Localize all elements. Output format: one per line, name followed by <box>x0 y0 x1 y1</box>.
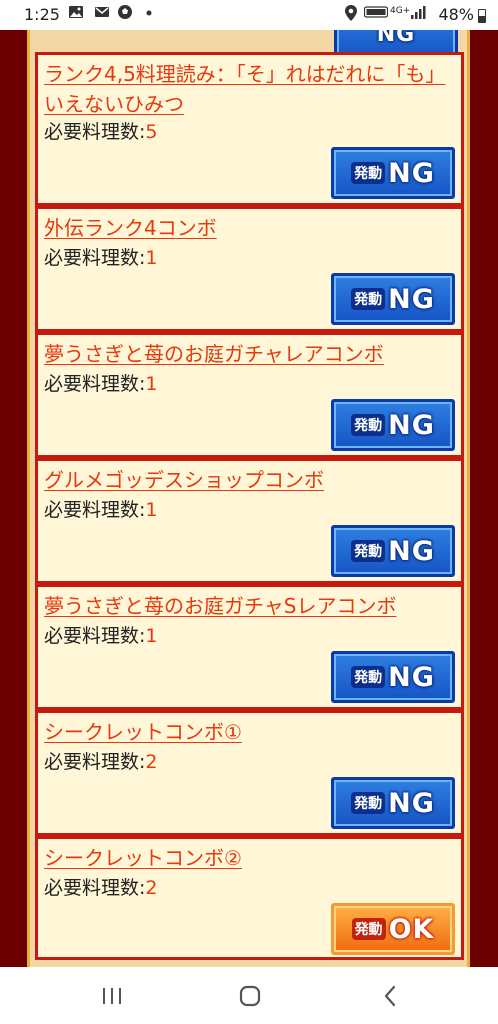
message-icon <box>94 4 110 25</box>
required-dish-count: 必要料理数:1 <box>44 245 158 271</box>
combo-status-button-ng[interactable]: 発動 NG <box>331 777 455 829</box>
recent-apps-icon <box>103 988 121 1004</box>
required-count: 5 <box>145 121 158 143</box>
combo-status-button-ng[interactable]: 発動 NG <box>331 651 455 703</box>
required-count: 1 <box>145 373 158 395</box>
required-dish-count: 必要料理数:2 <box>44 749 158 775</box>
combo-status-button-ng[interactable]: 発動 NG <box>331 525 455 577</box>
required-dish-count: 必要料理数:1 <box>44 497 158 523</box>
status-ng-label: NG <box>388 535 435 567</box>
combo-title-link[interactable]: ランク4,5料理読み：「そ」れはだれに「も」いえないひみつ <box>44 59 454 119</box>
game-screen: NG ランク4,5料理読み：「そ」れはだれに「も」いえないひみつ 必要料理数:5… <box>0 30 498 967</box>
required-label: 必要料理数: <box>44 625 146 647</box>
combo-title-link[interactable]: 外伝ランク4コンボ <box>44 213 454 243</box>
required-count: 2 <box>145 751 158 773</box>
activate-label: 発動 <box>351 540 386 562</box>
status-ok-label: OK <box>388 913 435 945</box>
required-count: 2 <box>145 877 158 899</box>
required-label: 必要料理数: <box>44 247 146 269</box>
combo-title-link[interactable]: 夢うさぎと苺のお庭ガチャレアコンボ <box>44 339 454 369</box>
home-icon <box>239 985 261 1007</box>
combo-card: 夢うさぎと苺のお庭ガチャSレアコンボ 必要料理数:1 発動 NG <box>35 584 464 710</box>
status-ng-label: NG <box>388 409 435 441</box>
combo-card: 夢うさぎと苺のお庭ガチャレアコンボ 必要料理数:1 発動 NG <box>35 332 464 458</box>
combo-title-link[interactable]: 夢うさぎと苺のお庭ガチャSレアコンボ <box>44 591 454 621</box>
combo-card: ランク4,5料理読み：「そ」れはだれに「も」いえないひみつ 必要料理数:5 発動… <box>35 52 464 206</box>
required-dish-count: 必要料理数:2 <box>44 875 158 901</box>
activate-label: 発動 <box>351 162 386 184</box>
combo-status-button-ng[interactable]: 発動 NG <box>331 273 455 325</box>
status-ng-label: NG <box>388 157 435 189</box>
combo-card: シークレットコンボ① 必要料理数:2 発動 NG <box>35 710 464 836</box>
required-label: 必要料理数: <box>44 751 146 773</box>
navigation-bar <box>0 967 498 1024</box>
home-button[interactable] <box>230 981 270 1011</box>
required-dish-count: 必要料理数:5 <box>44 119 158 145</box>
image-icon <box>68 4 84 25</box>
combo-title-link[interactable]: シークレットコンボ② <box>44 843 454 873</box>
required-label: 必要料理数: <box>44 121 146 143</box>
activate-label: 発動 <box>351 288 386 310</box>
combo-card: 外伝ランク4コンボ 必要料理数:1 発動 NG <box>35 206 464 332</box>
combo-status-button-ng[interactable]: 発動 NG <box>331 399 455 451</box>
back-button[interactable] <box>370 981 410 1011</box>
activate-label: 発動 <box>351 666 386 688</box>
status-time: 1:25 <box>24 5 60 24</box>
battery-percent: 48% <box>438 5 474 24</box>
network-type: 4G+ <box>390 6 411 16</box>
status-bar: 1:25 4G+ 48% <box>0 0 498 30</box>
combo-card: シークレットコンボ② 必要料理数:2 発動 OK <box>35 836 464 960</box>
signal-icon <box>410 4 426 25</box>
required-count: 1 <box>145 247 158 269</box>
combo-title-link[interactable]: グルメゴッデスショップコンボ <box>44 465 454 495</box>
activate-label: 発動 <box>351 414 386 436</box>
required-label: 必要料理数: <box>44 499 146 521</box>
status-ng-label: NG <box>388 787 435 819</box>
battery-icon <box>478 9 486 23</box>
status-ng-label: NG <box>388 283 435 315</box>
required-dish-count: 必要料理数:1 <box>44 371 158 397</box>
required-label: 必要料理数: <box>44 373 146 395</box>
activate-label: 発動 <box>351 918 386 940</box>
recent-apps-button[interactable] <box>92 981 132 1011</box>
back-icon <box>384 985 396 1007</box>
activate-label: 発動 <box>351 792 386 814</box>
required-count: 1 <box>145 499 158 521</box>
volte-icon <box>363 4 389 25</box>
combo-card: グルメゴッデスショップコンボ 必要料理数:1 発動 NG <box>35 458 464 584</box>
status-ng-label: NG <box>388 661 435 693</box>
soccer-ball-icon <box>117 4 133 25</box>
required-count: 1 <box>145 625 158 647</box>
required-label: 必要料理数: <box>44 877 146 899</box>
combo-title-link[interactable]: シークレットコンボ① <box>44 717 454 747</box>
dot-icon <box>145 4 153 25</box>
combo-status-button-ok[interactable]: 発動 OK <box>331 903 455 955</box>
required-dish-count: 必要料理数:1 <box>44 623 158 649</box>
combo-status-button-ng[interactable]: 発動 NG <box>331 147 455 199</box>
location-icon <box>344 4 358 27</box>
